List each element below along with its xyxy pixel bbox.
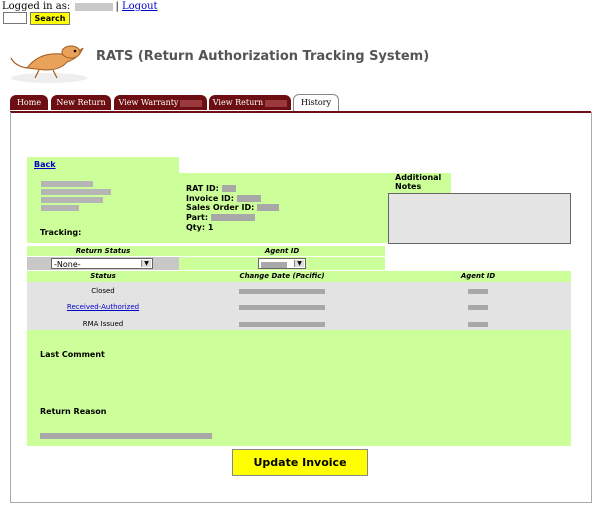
tab-view-return[interactable]: View Return bbox=[209, 95, 291, 110]
username-redacted bbox=[75, 2, 114, 11]
row-date-redacted bbox=[179, 303, 385, 311]
search-input[interactable] bbox=[3, 12, 27, 24]
rat-logo-icon bbox=[10, 45, 87, 83]
part-text: Part: bbox=[186, 213, 209, 222]
search-button[interactable]: Search bbox=[30, 12, 70, 25]
row-status: Received-Authorized bbox=[27, 303, 179, 311]
tab-label: View Warranty bbox=[118, 98, 179, 107]
row-date-redacted bbox=[179, 287, 385, 295]
tab-label: Home bbox=[16, 98, 42, 107]
tab-home[interactable]: Home bbox=[10, 95, 48, 110]
tab-label: History bbox=[300, 98, 331, 107]
chevron-down-icon: ▼ bbox=[294, 260, 304, 267]
tab-history[interactable]: History bbox=[293, 94, 339, 111]
sales-order-text: Sales Order ID: bbox=[186, 203, 255, 212]
logout-link[interactable]: Logout bbox=[122, 1, 158, 12]
return-status-select[interactable]: -None- ▼ bbox=[51, 258, 153, 269]
invoice-id-label: Invoice ID: bbox=[186, 194, 261, 203]
invoice-id-text: Invoice ID: bbox=[186, 194, 234, 203]
tab-label: View Return bbox=[212, 98, 264, 107]
received-authorized-link[interactable]: Received-Authorized bbox=[67, 303, 139, 311]
sales-order-label: Sales Order ID: bbox=[186, 203, 280, 212]
app-title: RATS (Return Authorization Tracking Syst… bbox=[96, 49, 430, 64]
tab-new-return[interactable]: New Return bbox=[51, 95, 111, 110]
customer-address-redacted bbox=[41, 181, 111, 213]
row-status: Closed bbox=[91, 287, 115, 295]
rat-id-text: RAT ID: bbox=[186, 184, 219, 193]
col-status: Status bbox=[90, 272, 116, 280]
part-label: Part: bbox=[186, 213, 255, 222]
return-status-header: Return Status bbox=[75, 247, 131, 255]
return-reason-label: Return Reason bbox=[40, 407, 107, 416]
col-agent-id: Agent ID bbox=[460, 272, 496, 280]
agent-id-select[interactable]: ▼ bbox=[258, 258, 306, 269]
return-status-value: -None- bbox=[54, 260, 81, 269]
additional-notes-label: Additional Notes bbox=[395, 173, 442, 191]
row-agent-redacted bbox=[385, 287, 571, 295]
comments-block bbox=[27, 330, 571, 446]
last-comment-label: Last Comment bbox=[40, 350, 105, 359]
agent-id-header: Agent ID bbox=[264, 247, 300, 255]
rat-id-label: RAT ID: bbox=[186, 184, 236, 193]
chevron-down-icon: ▼ bbox=[141, 260, 151, 267]
tab-label: New Return bbox=[56, 98, 106, 107]
row-agent-redacted bbox=[385, 320, 571, 328]
return-reason-redacted bbox=[40, 430, 212, 441]
tab-view-warranty[interactable]: View Warranty bbox=[114, 95, 207, 110]
logged-in-label: Logged in as: bbox=[2, 1, 71, 12]
qty-label: Qty: 1 bbox=[186, 223, 214, 232]
col-change-date: Change Date (Pacific) bbox=[239, 272, 325, 280]
update-invoice-button[interactable]: Update Invoice bbox=[232, 449, 368, 476]
row-date-redacted bbox=[179, 320, 385, 328]
tracking-label: Tracking: bbox=[40, 228, 82, 237]
login-status: Logged in as: | Logout bbox=[2, 1, 158, 12]
agent-id-redacted bbox=[261, 261, 287, 268]
row-status: RMA Issued bbox=[82, 320, 124, 328]
row-agent-redacted bbox=[385, 303, 571, 311]
back-link[interactable]: Back bbox=[34, 160, 56, 169]
additional-notes-field[interactable] bbox=[388, 193, 571, 244]
